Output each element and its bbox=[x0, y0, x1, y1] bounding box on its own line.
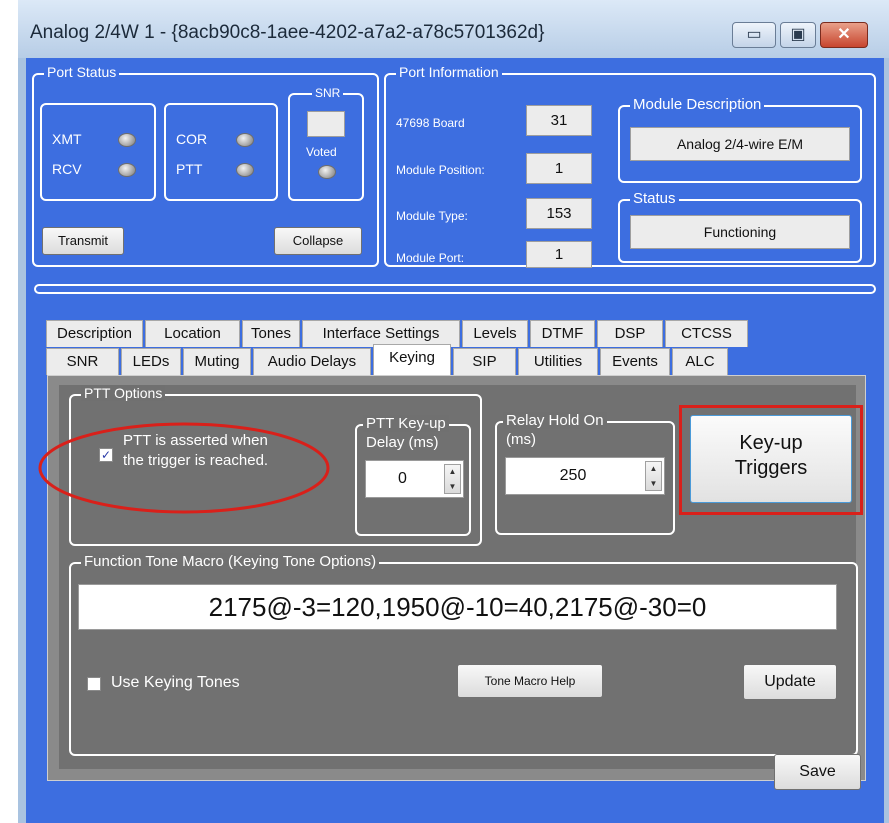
minimize-icon: ▭ bbox=[746, 26, 762, 43]
port-information-group: Port Information 47698 Board 31 Module P… bbox=[384, 64, 876, 268]
window-client-area: Port Status XMT RCV COR PTT SNR Voted Tr… bbox=[26, 58, 884, 823]
function-tone-macro-group: Function Tone Macro (Keying Tone Options… bbox=[69, 553, 858, 756]
relay-hold-value: 250 bbox=[559, 467, 587, 484]
ptt-keyup-label-1: PTT Key-up bbox=[363, 415, 449, 432]
collapse-button[interactable]: Collapse bbox=[274, 227, 362, 255]
macro-input[interactable]: 2175@-3=120,1950@-10=40,2175@-30=0 bbox=[78, 584, 837, 630]
close-icon: ✕ bbox=[837, 26, 851, 43]
keyup-triggers-button[interactable]: Key-up Triggers bbox=[690, 415, 852, 503]
transmit-button[interactable]: Transmit bbox=[42, 227, 124, 255]
function-tone-macro-label: Function Tone Macro (Keying Tone Options… bbox=[81, 553, 380, 570]
voted-led-icon bbox=[318, 165, 336, 179]
tab-tones[interactable]: Tones bbox=[242, 320, 300, 347]
ptt-keyup-delay-value: 0 bbox=[398, 470, 407, 487]
spin-down-icon[interactable]: ▼ bbox=[445, 482, 460, 491]
port-status-group: Port Status XMT RCV COR PTT SNR Voted Tr… bbox=[32, 64, 379, 267]
cor-led-icon bbox=[236, 133, 254, 147]
tab-ctcss[interactable]: CTCSS bbox=[665, 320, 748, 347]
tab-utilities[interactable]: Utilities bbox=[518, 348, 598, 375]
relay-hold-group: Relay Hold On (ms) 250 ▲ ▼ bbox=[495, 412, 675, 535]
keyup-triggers-line-2: Triggers bbox=[734, 457, 808, 479]
tab-dtmf[interactable]: DTMF bbox=[530, 320, 595, 347]
tab-alc[interactable]: ALC bbox=[672, 348, 728, 375]
application-window: Analog 2/4W 1 - {8acb90c8-1aee-4202-a7a2… bbox=[18, 0, 889, 823]
cor-ptt-panel: COR PTT bbox=[164, 103, 278, 201]
module-type-label: Module Type: bbox=[396, 209, 468, 223]
tab-location[interactable]: Location bbox=[145, 320, 240, 347]
spinner-arrows[interactable]: ▲ ▼ bbox=[645, 461, 662, 491]
board-label: 47698 Board bbox=[396, 116, 465, 130]
use-keying-tones-label: Use Keying Tones bbox=[111, 674, 240, 691]
tab-leds[interactable]: LEDs bbox=[121, 348, 181, 375]
relay-hold-label-1: Relay Hold On bbox=[503, 412, 607, 429]
relay-hold-label-2: (ms) bbox=[506, 431, 536, 448]
maximize-button[interactable]: ▣ bbox=[780, 22, 816, 48]
tab-sip[interactable]: SIP bbox=[453, 348, 516, 375]
spinner-arrows[interactable]: ▲ ▼ bbox=[444, 464, 461, 494]
save-button[interactable]: Save bbox=[774, 754, 861, 790]
tone-macro-help-button[interactable]: Tone Macro Help bbox=[457, 664, 603, 698]
spin-up-icon[interactable]: ▲ bbox=[646, 464, 661, 473]
module-position-label: Module Position: bbox=[396, 163, 485, 177]
ptt-options-label: PTT Options bbox=[81, 385, 166, 401]
spin-up-icon[interactable]: ▲ bbox=[445, 467, 460, 476]
spin-down-icon[interactable]: ▼ bbox=[646, 479, 661, 488]
ptt-keyup-delay-group: PTT Key-up Delay (ms) 0 ▲ ▼ bbox=[355, 415, 471, 536]
title-bar[interactable]: Analog 2/4W 1 - {8acb90c8-1aee-4202-a7a2… bbox=[18, 0, 889, 58]
snr-value bbox=[307, 111, 345, 137]
minimize-button[interactable]: ▭ bbox=[732, 22, 776, 48]
voted-label: Voted bbox=[306, 145, 337, 159]
ptt-keyup-delay-spinner[interactable]: 0 ▲ ▼ bbox=[365, 460, 464, 498]
tab-dsp[interactable]: DSP bbox=[597, 320, 663, 347]
module-description-group: Module Description Analog 2/4-wire E/M bbox=[618, 96, 862, 183]
ptt-led-icon bbox=[236, 163, 254, 177]
port-status-label: Port Status bbox=[44, 64, 120, 80]
xmt-label: XMT bbox=[52, 131, 82, 147]
snr-label: SNR bbox=[312, 86, 344, 100]
module-position-value: 1 bbox=[526, 153, 592, 184]
snr-panel: SNR Voted bbox=[288, 86, 364, 201]
module-type-value: 153 bbox=[526, 198, 592, 229]
ptt-keyup-label-2: Delay (ms) bbox=[366, 434, 439, 451]
tab-audio-delays[interactable]: Audio Delays bbox=[253, 348, 371, 375]
separator-bar bbox=[34, 284, 876, 294]
tab-events[interactable]: Events bbox=[600, 348, 670, 375]
tab-muting[interactable]: Muting bbox=[183, 348, 251, 375]
module-port-label: Module Port: bbox=[396, 251, 465, 265]
status-group: Status Functioning bbox=[618, 190, 862, 263]
status-value: Functioning bbox=[630, 215, 850, 249]
use-keying-tones-checkbox[interactable] bbox=[87, 677, 101, 691]
xmt-rcv-panel: XMT RCV bbox=[40, 103, 156, 201]
tab-interface-settings[interactable]: Interface Settings bbox=[302, 320, 460, 347]
module-port-value: 1 bbox=[526, 241, 592, 268]
module-description-label: Module Description bbox=[630, 96, 765, 113]
annotation-ellipse bbox=[38, 422, 330, 514]
tab-snr[interactable]: SNR bbox=[46, 348, 119, 375]
module-description-value: Analog 2/4-wire E/M bbox=[630, 127, 850, 161]
maximize-icon: ▣ bbox=[790, 26, 806, 43]
ptt-label: PTT bbox=[176, 161, 203, 177]
tab-description[interactable]: Description bbox=[46, 320, 143, 347]
board-value: 31 bbox=[526, 105, 592, 136]
tab-keying[interactable]: Keying bbox=[373, 344, 451, 375]
relay-hold-spinner[interactable]: 250 ▲ ▼ bbox=[505, 457, 665, 495]
close-button[interactable]: ✕ bbox=[820, 22, 868, 48]
rcv-led-icon bbox=[118, 163, 136, 177]
status-label: Status bbox=[630, 190, 679, 207]
keyup-triggers-line-1: Key-up bbox=[739, 432, 803, 454]
port-information-label: Port Information bbox=[396, 64, 502, 80]
tab-levels[interactable]: Levels bbox=[462, 320, 528, 347]
cor-label: COR bbox=[176, 131, 208, 147]
window-title: Analog 2/4W 1 - {8acb90c8-1aee-4202-a7a2… bbox=[30, 22, 545, 43]
rcv-label: RCV bbox=[52, 161, 82, 177]
update-button[interactable]: Update bbox=[743, 664, 837, 700]
xmt-led-icon bbox=[118, 133, 136, 147]
